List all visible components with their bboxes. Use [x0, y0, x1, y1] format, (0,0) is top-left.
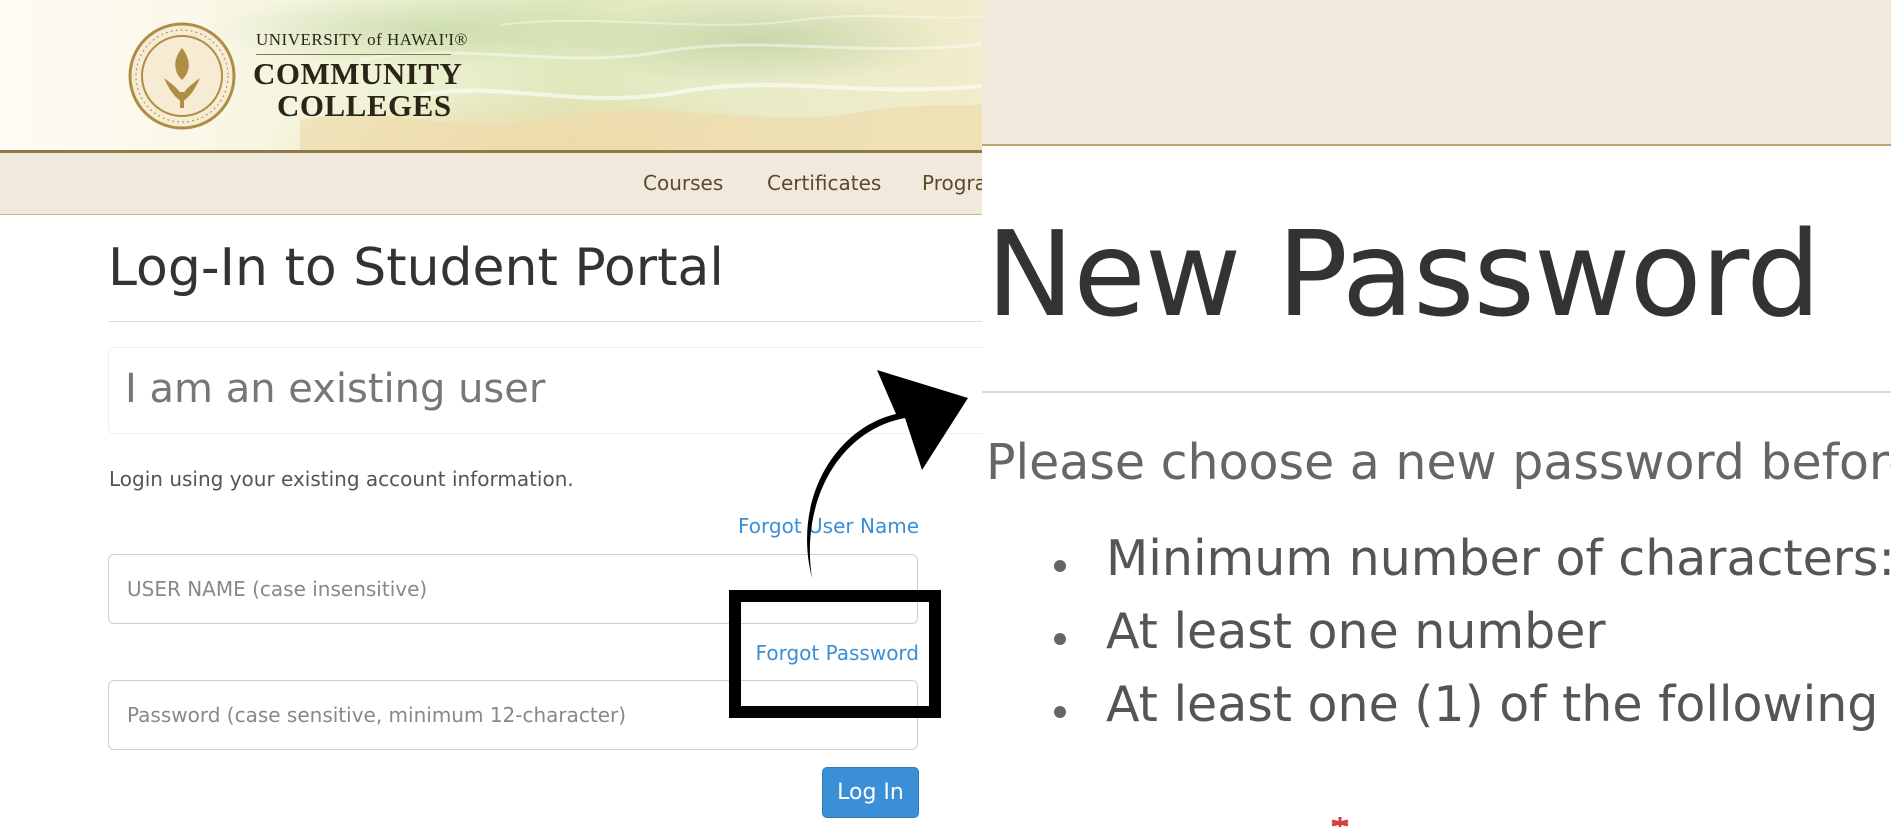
new-password-divider [982, 391, 1891, 393]
highlight-box [729, 590, 941, 718]
top-navigation: Courses Certificates Programs [0, 153, 982, 215]
new-password-zoom-panel: New Password Please choose a new passwor… [982, 0, 1891, 827]
required-asterisk-icon [1331, 817, 1349, 827]
brand-divider [256, 54, 451, 55]
brand-line-1: COMMUNITY [253, 56, 463, 91]
requirement-number: At least one number [1054, 603, 1891, 676]
title-divider [108, 321, 982, 322]
login-instructions: Login using your existing account inform… [109, 467, 574, 491]
brand-line-2: COLLEGES [277, 88, 452, 123]
login-button[interactable]: Log In [822, 767, 919, 818]
new-password-title: New Password [986, 205, 1821, 343]
requirement-special-character: At least one (1) of the following ch [1054, 676, 1891, 749]
new-password-description: Please choose a new password before p [986, 434, 1891, 491]
university-seal-icon [128, 22, 236, 130]
zoom-header-band [982, 0, 1891, 146]
site-header: UNIVERSITY of HAWAI'I® COMMUNITY COLLEGE… [0, 0, 982, 153]
existing-user-heading: I am an existing user [125, 366, 546, 412]
nav-item-programs[interactable]: Programs [922, 171, 982, 195]
nav-item-courses[interactable]: Courses [643, 171, 723, 195]
nav-item-certificates[interactable]: Certificates [767, 171, 881, 195]
university-name: UNIVERSITY of HAWAI'I® [256, 30, 468, 49]
requirement-min-characters: Minimum number of characters: 1 [1054, 530, 1891, 603]
page-title: Log-In to Student Portal [108, 238, 724, 298]
forgot-username-link[interactable]: Forgot User Name [738, 514, 919, 538]
existing-user-panel: I am an existing user [108, 347, 982, 434]
password-requirements-list: Minimum number of characters: 1 At least… [1054, 530, 1891, 749]
